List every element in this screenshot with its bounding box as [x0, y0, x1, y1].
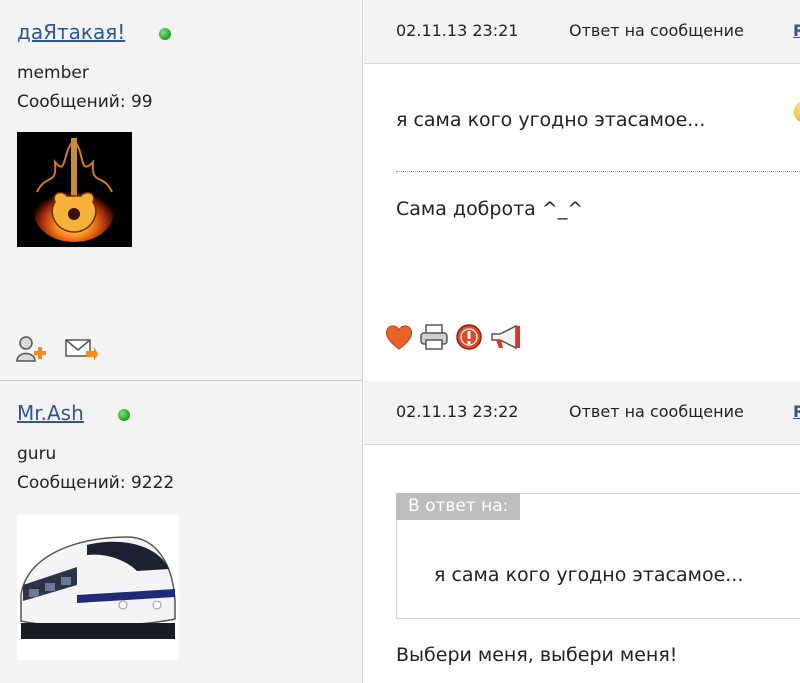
- post-2: Mr.Ash guru Сообщений: 9222 02.11.13 23:…: [0, 381, 800, 683]
- post-content: В ответ на: я сама кого угодно этасамое.…: [364, 446, 800, 683]
- avatar: [17, 132, 132, 251]
- author-message-count: Сообщений: 9222: [17, 473, 175, 493]
- post-date: 02.11.13 23:22: [396, 402, 519, 421]
- quote-text: я сама кого угодно этасамое...: [434, 564, 744, 586]
- add-friend-icon[interactable]: [16, 335, 48, 367]
- reply-to-link[interactable]: R: [793, 21, 800, 40]
- author-signature: Сама доброта ^_^: [396, 198, 584, 220]
- post-header: 02.11.13 23:22 Ответ на сообщение R: [364, 381, 800, 445]
- send-message-icon[interactable]: [64, 335, 98, 367]
- quote-block: В ответ на: я сама кого угодно этасамое.…: [396, 493, 800, 619]
- flaming-guitar-avatar-icon: [17, 132, 132, 247]
- author-rank: guru: [17, 444, 57, 464]
- print-icon[interactable]: [418, 323, 450, 355]
- post-content: я сама кого угодно этасамое... Сама добр…: [364, 65, 800, 381]
- train-avatar-icon: [17, 515, 179, 660]
- author-message-count: Сообщений: 99: [17, 92, 153, 112]
- author-actions: [16, 335, 98, 367]
- author-rank: member: [17, 63, 89, 83]
- post-actions: [384, 323, 524, 355]
- post-text: Выбери меня, выбери меня!: [396, 644, 678, 666]
- author-name-link[interactable]: Mr.Ash: [17, 401, 84, 425]
- online-status-icon: [118, 409, 130, 421]
- reply-to-label: Ответ на сообщение: [569, 21, 744, 40]
- post-1: даЯтакая! member Сообщений: 99 02.11.13 …: [0, 0, 800, 381]
- avatar: [17, 515, 179, 664]
- signature-separator: [396, 171, 800, 172]
- post-text: я сама кого угодно этасамое...: [396, 109, 706, 131]
- online-status-icon: [159, 28, 171, 40]
- author-name-link[interactable]: даЯтакая!: [17, 20, 125, 44]
- megaphone-icon[interactable]: [488, 323, 524, 355]
- like-heart-icon[interactable]: [384, 323, 414, 355]
- report-alert-icon[interactable]: [454, 323, 484, 355]
- reply-to-label: Ответ на сообщение: [569, 402, 744, 421]
- reply-to-link[interactable]: R: [793, 402, 800, 421]
- author-panel: Mr.Ash guru Сообщений: 9222: [0, 381, 363, 683]
- smiley-icon: [794, 101, 800, 123]
- quote-label: В ответ на:: [396, 493, 521, 520]
- post-header: 02.11.13 23:21 Ответ на сообщение R: [364, 0, 800, 64]
- post-date: 02.11.13 23:21: [396, 21, 519, 40]
- author-panel: даЯтакая! member Сообщений: 99: [0, 0, 363, 381]
